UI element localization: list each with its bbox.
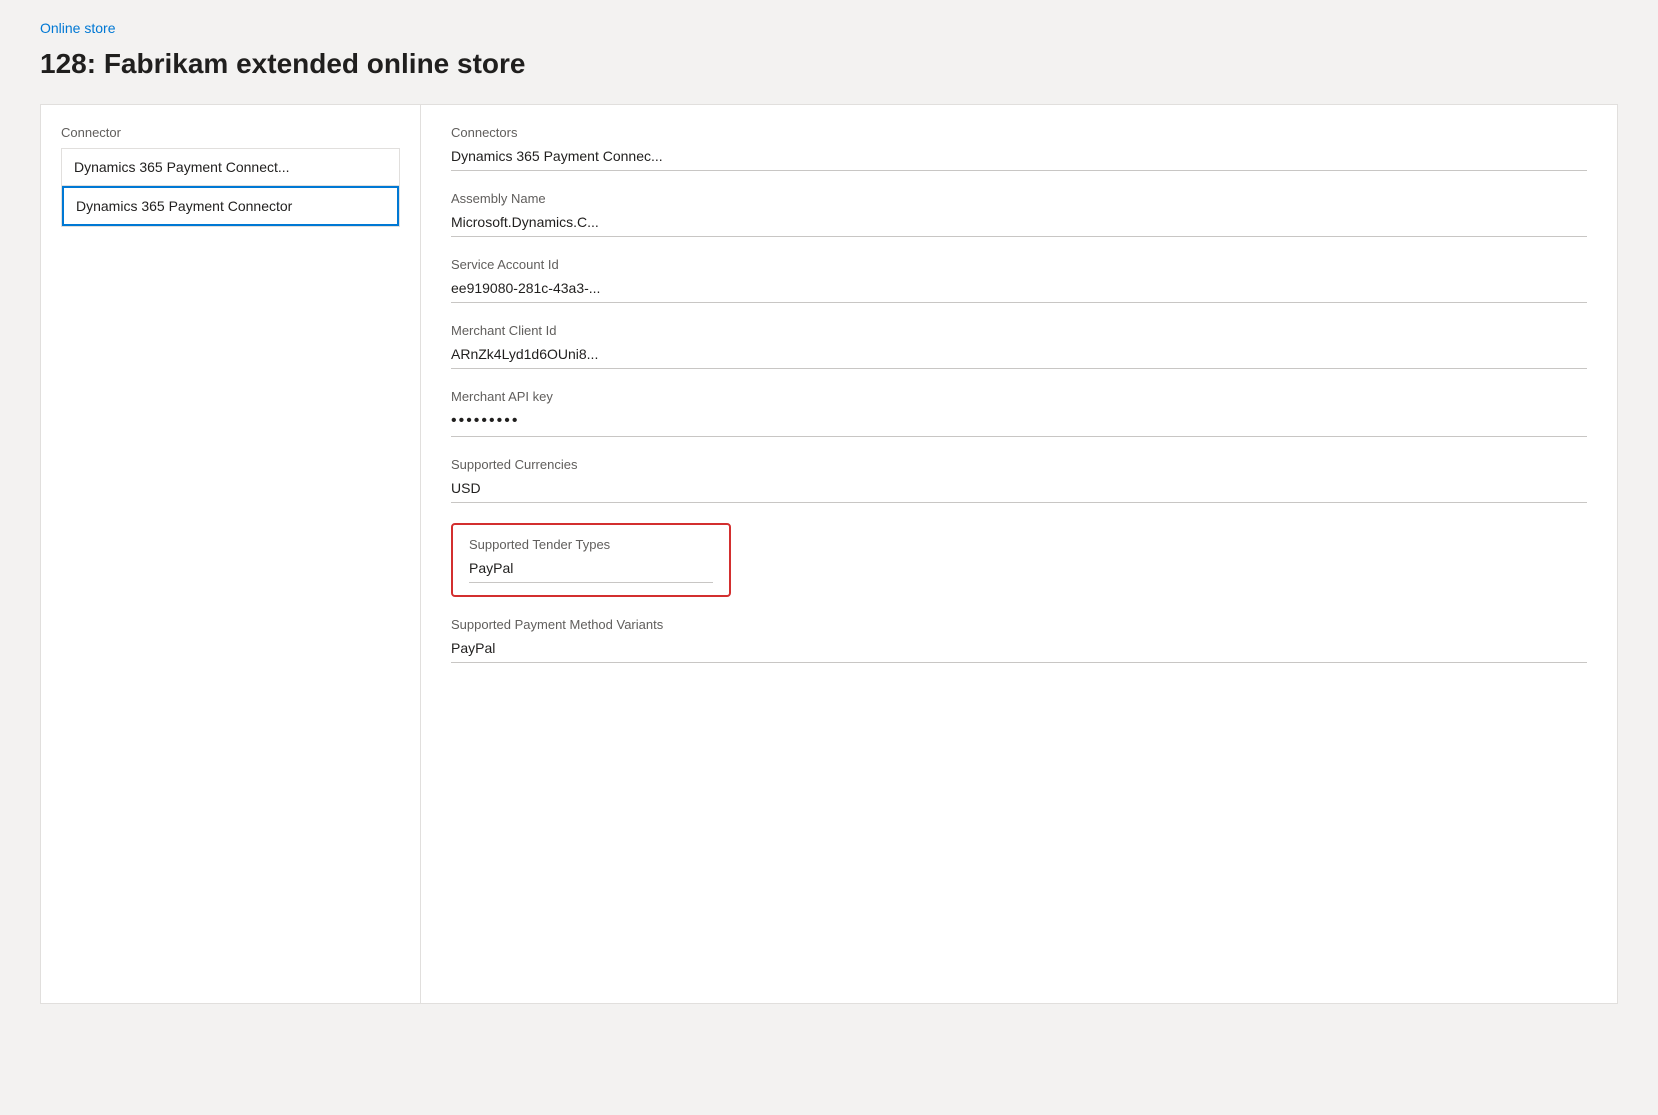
connector-list: Dynamics 365 Payment Connect... Dynamics… — [61, 148, 400, 227]
field-assembly-name: Assembly Name Microsoft.Dynamics.C... — [451, 191, 1587, 237]
supported-currencies-value: USD — [451, 476, 1587, 503]
supported-tender-types-section: Supported Tender Types PayPal — [451, 523, 731, 597]
breadcrumb: Online store — [40, 20, 1618, 38]
merchant-api-key-value: ••••••••• — [451, 408, 1587, 437]
supported-tender-types-label: Supported Tender Types — [469, 537, 713, 552]
merchant-client-id-value: ARnZk4Lyd1d6OUni8... — [451, 342, 1587, 369]
service-account-id-value: ee919080-281c-43a3-... — [451, 276, 1587, 303]
right-panel: Connectors Dynamics 365 Payment Connec..… — [421, 105, 1617, 1003]
field-supported-payment-method-variants: Supported Payment Method Variants PayPal — [451, 617, 1587, 663]
connector-label: Connector — [61, 125, 400, 140]
supported-tender-types-value: PayPal — [469, 556, 713, 583]
content-area: Connector Dynamics 365 Payment Connect..… — [40, 104, 1618, 1004]
connectors-value: Dynamics 365 Payment Connec... — [451, 144, 1587, 171]
field-service-account-id: Service Account Id ee919080-281c-43a3-..… — [451, 257, 1587, 303]
service-account-id-label: Service Account Id — [451, 257, 1587, 272]
list-item[interactable]: Dynamics 365 Payment Connect... — [62, 149, 399, 186]
assembly-name-value: Microsoft.Dynamics.C... — [451, 210, 1587, 237]
field-merchant-api-key: Merchant API key ••••••••• — [451, 389, 1587, 437]
field-merchant-client-id: Merchant Client Id ARnZk4Lyd1d6OUni8... — [451, 323, 1587, 369]
page-title: 128: Fabrikam extended online store — [40, 48, 1618, 80]
left-panel: Connector Dynamics 365 Payment Connect..… — [41, 105, 421, 1003]
merchant-api-key-label: Merchant API key — [451, 389, 1587, 404]
supported-payment-method-variants-value: PayPal — [451, 636, 1587, 663]
connectors-label: Connectors — [451, 125, 1587, 140]
list-item-selected[interactable]: Dynamics 365 Payment Connector — [62, 186, 399, 226]
assembly-name-label: Assembly Name — [451, 191, 1587, 206]
supported-currencies-label: Supported Currencies — [451, 457, 1587, 472]
field-connectors: Connectors Dynamics 365 Payment Connec..… — [451, 125, 1587, 171]
field-supported-currencies: Supported Currencies USD — [451, 457, 1587, 503]
merchant-client-id-label: Merchant Client Id — [451, 323, 1587, 338]
breadcrumb-link[interactable]: Online store — [40, 20, 115, 36]
supported-payment-method-variants-label: Supported Payment Method Variants — [451, 617, 1587, 632]
